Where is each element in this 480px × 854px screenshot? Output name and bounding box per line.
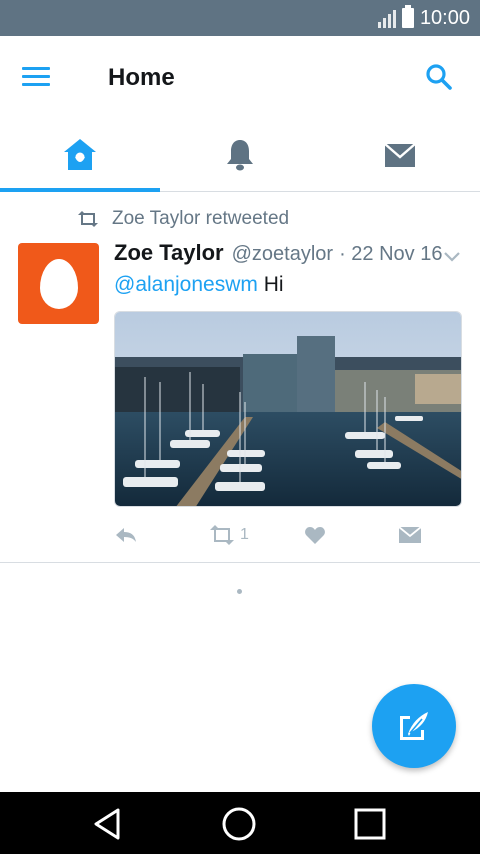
home-icon [64, 138, 96, 170]
tweet-header: Zoe Taylor @zoetaylor · 22 Nov 16 [114, 240, 444, 268]
retweet-context-label: Zoe Taylor retweeted [112, 208, 290, 229]
system-nav-bar [0, 792, 480, 854]
reply-button[interactable] [114, 523, 138, 547]
retweet-count: 1 [240, 526, 249, 543]
tab-notifications[interactable] [160, 118, 320, 191]
tab-bar [0, 118, 480, 192]
tweet-actions: 1 [114, 523, 424, 547]
display-name[interactable]: Zoe Taylor [114, 240, 224, 266]
compose-quill-icon [400, 712, 428, 740]
battery-icon [401, 5, 414, 28]
home-circle-icon[interactable] [219, 804, 259, 844]
back-icon[interactable] [88, 804, 128, 844]
like-button[interactable] [304, 523, 326, 547]
status-time: 10:00 [419, 6, 470, 29]
tweet-date: · 22 Nov 16 [339, 243, 443, 265]
heart-icon [305, 527, 325, 544]
tab-messages[interactable] [320, 118, 480, 191]
retweet-action-icon [210, 525, 234, 545]
reply-icon [116, 528, 136, 542]
page-title: Home [108, 64, 175, 91]
loading-indicator [237, 589, 242, 594]
search-icon[interactable] [424, 62, 454, 92]
tab-home[interactable] [0, 118, 160, 191]
active-tab-indicator [0, 188, 160, 192]
envelope-action-icon [398, 526, 422, 543]
status-bar: 10:00 [0, 0, 480, 36]
envelope-icon [384, 142, 416, 167]
user-handle: @zoetaylor [231, 243, 334, 265]
app-bar: Home [0, 36, 480, 118]
retweet-icon [78, 211, 98, 227]
bell-icon [227, 139, 253, 170]
status-icons: 10:00 [377, 0, 470, 36]
recents-icon[interactable] [350, 804, 390, 844]
mention-link[interactable]: @alanjoneswm [114, 273, 258, 296]
avatar[interactable] [18, 243, 99, 324]
direct-message-button[interactable] [398, 523, 422, 547]
tweet-body: Hi [257, 273, 284, 296]
tweet-text: @alanjoneswm Hi [114, 273, 284, 297]
compose-tweet-button[interactable] [372, 684, 456, 768]
egg-avatar-icon [39, 258, 78, 309]
menu-icon[interactable] [22, 62, 62, 92]
tweet[interactable]: Zoe Taylor retweeted Zoe Taylor @zoetayl… [0, 193, 480, 563]
tweet-media-image[interactable] [114, 311, 462, 507]
chevron-down-icon[interactable] [442, 248, 462, 264]
signal-icon [377, 8, 396, 28]
retweet-context: Zoe Taylor retweeted [76, 207, 289, 231]
retweet-button[interactable]: 1 [208, 523, 249, 547]
screen: 10:00 Home Zoe Taylor retweeted Zoe Tayl… [0, 0, 480, 854]
